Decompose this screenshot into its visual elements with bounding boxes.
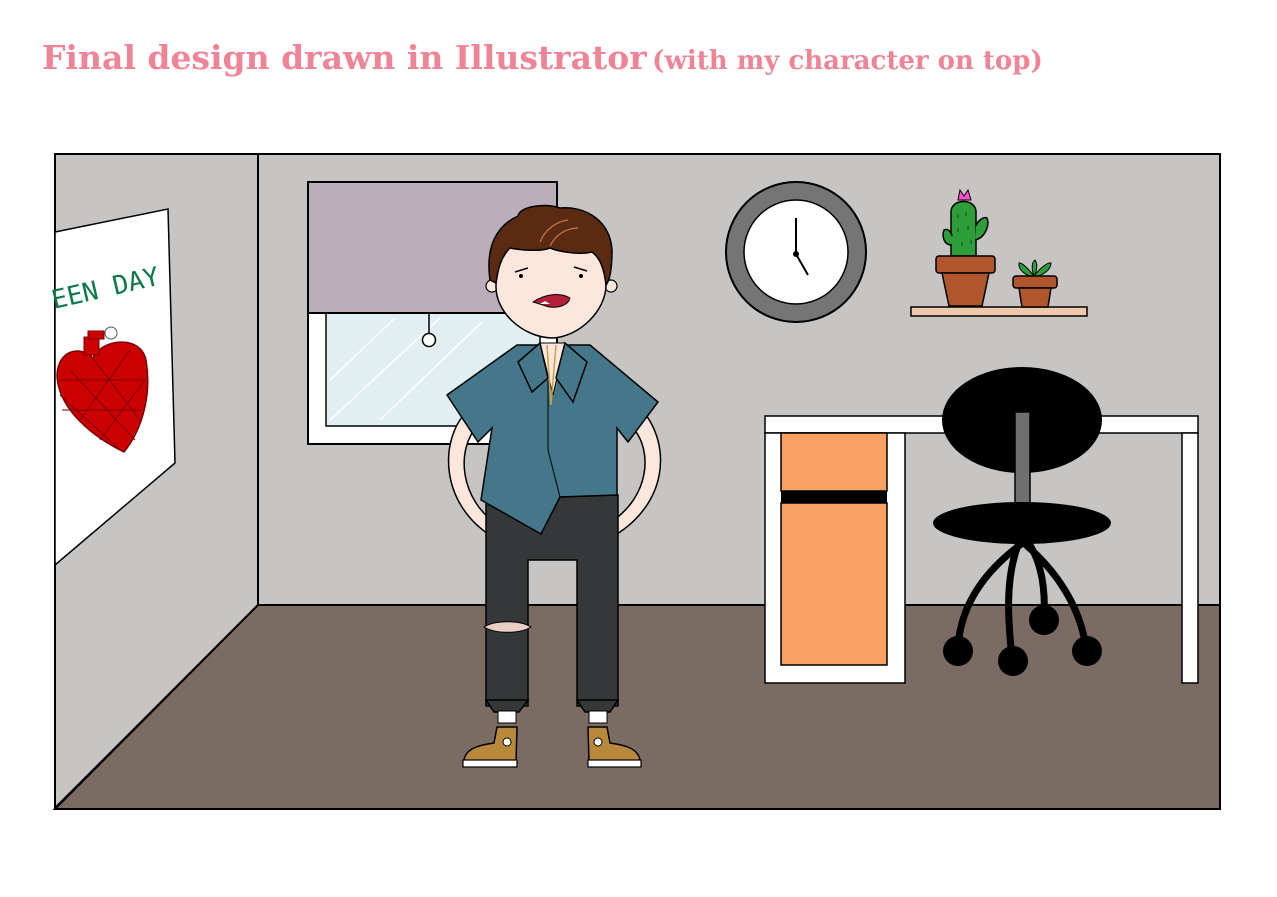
desk-drawer-bottom bbox=[780, 502, 888, 666]
room-illustration: EEN DAY bbox=[49, 153, 1221, 811]
floor bbox=[52, 604, 1221, 810]
blind-pull-ring bbox=[421, 332, 437, 348]
wall-shelf bbox=[910, 306, 1088, 317]
desk-drawer-top bbox=[780, 432, 888, 492]
clock-icon bbox=[725, 181, 867, 323]
